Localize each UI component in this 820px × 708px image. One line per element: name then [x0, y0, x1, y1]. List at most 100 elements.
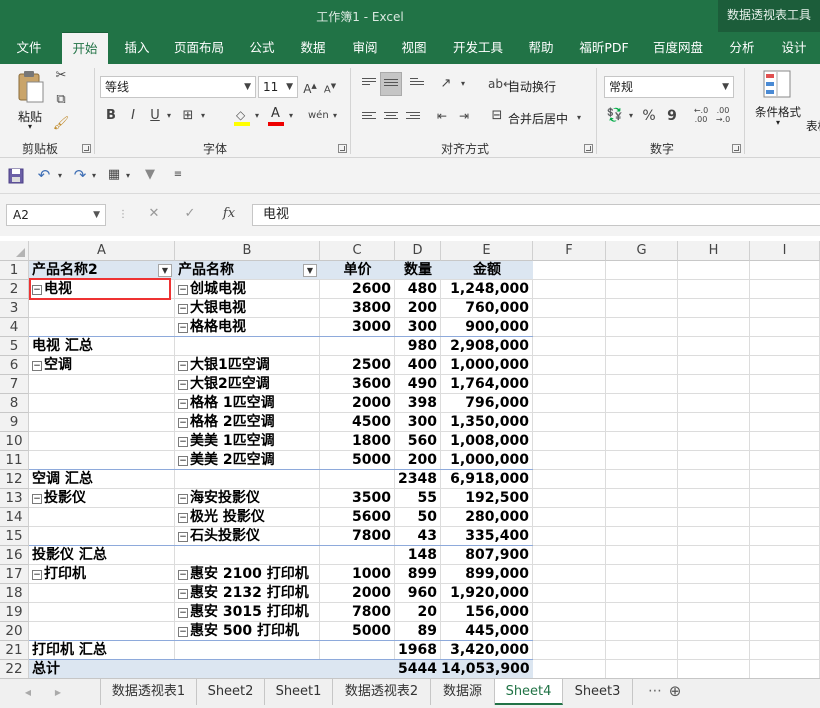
- chevron-down-icon[interactable]: ▾: [458, 76, 468, 92]
- subtotal-cell[interactable]: 6,918,000: [441, 470, 533, 489]
- column-header[interactable]: I: [750, 241, 820, 261]
- table-cell[interactable]: − 极光 投影仪: [178, 508, 320, 527]
- row-header[interactable]: 13: [0, 489, 29, 508]
- enter-icon[interactable]: ✓: [182, 206, 198, 222]
- row-header[interactable]: 6: [0, 356, 29, 375]
- number-format-select[interactable]: 常规 ▼: [604, 76, 734, 98]
- chevron-down-icon[interactable]: ▾: [164, 108, 174, 124]
- table-cell[interactable]: 7800: [320, 527, 395, 546]
- tab-foxit-pdf[interactable]: 福昕PDF: [573, 32, 635, 64]
- column-header[interactable]: C: [320, 241, 395, 261]
- row-header[interactable]: 12: [0, 470, 29, 489]
- table-cell[interactable]: 50: [395, 508, 441, 527]
- table-cell[interactable]: − 美美 1匹空调: [178, 432, 320, 451]
- table-cell[interactable]: 1,000,000: [441, 451, 533, 470]
- tab-design[interactable]: 设计: [772, 32, 816, 64]
- table-cell[interactable]: 192,500: [441, 489, 533, 508]
- tab-insert[interactable]: 插入: [114, 32, 160, 64]
- tab-view[interactable]: 视图: [392, 32, 436, 64]
- column-header[interactable]: F: [533, 241, 606, 261]
- add-sheet-icon[interactable]: ⊕: [666, 683, 684, 699]
- collapse-icon[interactable]: −: [178, 627, 188, 637]
- table-cell[interactable]: − 空调: [32, 356, 175, 375]
- table-cell[interactable]: 1000: [320, 565, 395, 584]
- column-header[interactable]: H: [678, 241, 750, 261]
- collapse-icon[interactable]: −: [178, 380, 188, 390]
- table-cell[interactable]: − 投影仪: [32, 489, 175, 508]
- table-cell[interactable]: 156,000: [441, 603, 533, 622]
- chevron-down-icon[interactable]: ▾: [252, 108, 262, 124]
- subtotal-cell[interactable]: 3,420,000: [441, 641, 533, 660]
- font-name-select[interactable]: 等线 ▼: [100, 76, 256, 98]
- pivot-header-cell[interactable]: 产品名称: [178, 261, 320, 280]
- row-header[interactable]: 21: [0, 641, 29, 660]
- align-right-icon[interactable]: [406, 112, 420, 124]
- table-cell[interactable]: − 打印机: [32, 565, 175, 584]
- collapse-icon[interactable]: −: [178, 608, 188, 618]
- font-launcher-icon[interactable]: [338, 144, 347, 153]
- wrap-text-button[interactable]: 自动换行: [508, 78, 568, 95]
- collapse-icon[interactable]: −: [32, 494, 42, 504]
- table-cell[interactable]: 4500: [320, 413, 395, 432]
- table-cell[interactable]: 1,248,000: [441, 280, 533, 299]
- row-header[interactable]: 15: [0, 527, 29, 546]
- tab-data[interactable]: 数据: [291, 32, 335, 64]
- chevron-down-icon[interactable]: ▾: [124, 168, 132, 184]
- table-cell[interactable]: 1,920,000: [441, 584, 533, 603]
- table-cell[interactable]: 5600: [320, 508, 395, 527]
- grand-total-cell[interactable]: 总计: [32, 660, 175, 678]
- customize-toolbar-icon[interactable]: ≡: [172, 167, 184, 183]
- collapse-icon[interactable]: −: [178, 456, 188, 466]
- table-cell[interactable]: − 格格 1匹空调: [178, 394, 320, 413]
- table-cell[interactable]: 899: [395, 565, 441, 584]
- font-size-select[interactable]: 11 ▼: [258, 76, 298, 98]
- collapse-icon[interactable]: −: [178, 532, 188, 542]
- paste-dropdown-icon[interactable]: ▾: [10, 122, 50, 131]
- chevron-down-icon[interactable]: ▾: [56, 168, 64, 184]
- increase-indent-icon[interactable]: ⇥: [454, 108, 474, 124]
- wrap-text-icon[interactable]: ab↵: [488, 76, 513, 92]
- table-cell[interactable]: − 惠安 500 打印机: [178, 622, 320, 641]
- name-box[interactable]: A2 ▼: [6, 204, 106, 226]
- table-cell[interactable]: 1,000,000: [441, 356, 533, 375]
- tab-formulas[interactable]: 公式: [240, 32, 284, 64]
- table-cell[interactable]: 2600: [320, 280, 395, 299]
- table-cell[interactable]: 7800: [320, 603, 395, 622]
- italic-button[interactable]: I: [126, 108, 140, 124]
- table-cell[interactable]: − 格格 2匹空调: [178, 413, 320, 432]
- increase-decimal-icon[interactable]: ←.0.00: [692, 106, 710, 124]
- sheet-tab-active[interactable]: Sheet4: [495, 679, 563, 705]
- table-cell[interactable]: 200: [395, 299, 441, 318]
- table-cell[interactable]: 300: [395, 413, 441, 432]
- orientation-icon[interactable]: ↗: [436, 76, 456, 92]
- table-cell[interactable]: 335,400: [441, 527, 533, 546]
- table-cell[interactable]: 760,000: [441, 299, 533, 318]
- row-header[interactable]: 19: [0, 603, 29, 622]
- table-cell[interactable]: − 创城电视: [178, 280, 320, 299]
- tab-file[interactable]: 文件: [6, 32, 52, 64]
- table-cell[interactable]: 490: [395, 375, 441, 394]
- row-header[interactable]: 22: [0, 660, 29, 678]
- clipboard-launcher-icon[interactable]: [82, 144, 91, 153]
- merge-center-button[interactable]: 合并后居中: [508, 110, 572, 127]
- scroll-left-icon[interactable]: ◀: [22, 685, 34, 701]
- table-cell[interactable]: 960: [395, 584, 441, 603]
- sheet-tab[interactable]: Sheet1: [265, 679, 333, 705]
- formula-input[interactable]: 电视: [252, 204, 820, 226]
- grand-total-cell[interactable]: 5444: [395, 660, 441, 678]
- row-header[interactable]: 2: [0, 280, 29, 299]
- table-cell[interactable]: 3000: [320, 318, 395, 337]
- table-cell[interactable]: 20: [395, 603, 441, 622]
- column-header[interactable]: E: [441, 241, 533, 261]
- grand-total-cell[interactable]: 14,053,900: [441, 660, 533, 678]
- worksheet-grid[interactable]: ABCDEFGHI 1 2 3 4 5 6 7 8 9 10 11 12 13 14 15 16 17 18 19 2…: [0, 241, 820, 678]
- save-icon[interactable]: [8, 168, 24, 184]
- collapse-icon[interactable]: −: [178, 437, 188, 447]
- subtotal-cell[interactable]: 投影仪 汇总: [32, 546, 175, 565]
- format-painter-icon[interactable]: 🖌: [52, 116, 70, 132]
- underline-button[interactable]: U: [148, 108, 162, 124]
- collapse-icon[interactable]: −: [32, 570, 42, 580]
- chevron-down-icon[interactable]: ▾: [198, 108, 208, 124]
- cancel-icon[interactable]: ✕: [146, 206, 162, 222]
- comma-style-button[interactable]: 9: [664, 108, 680, 124]
